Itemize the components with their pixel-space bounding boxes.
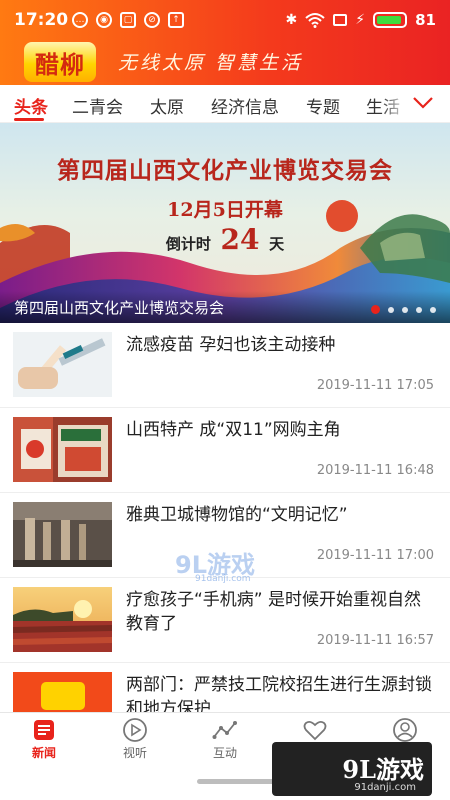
tab-taiyuan[interactable]: 太原 xyxy=(150,93,184,118)
news-title: 两部门：严禁技工院校招生进行生源封锁和地方保护 xyxy=(126,675,432,712)
more-tabs-button[interactable] xyxy=(412,93,434,113)
banner-date: 12月5日开幕 xyxy=(167,199,283,221)
brand-row: 醋柳 无线太原 智慧生活 xyxy=(0,40,450,85)
weibo-icon: ◉ xyxy=(96,12,112,28)
notification-icons: … ◉ ▢ ⊘ ↑ xyxy=(72,12,184,28)
news-list: 流感疫苗 孕妇也该主动接种 2019-11-11 17:05 山西特产 成“双1… xyxy=(0,323,450,712)
battery-level: 81 xyxy=(415,11,436,29)
news-icon xyxy=(34,720,54,740)
pagination-dot[interactable] xyxy=(430,306,436,313)
watermark-overlay-url: 91danji.com xyxy=(195,574,251,584)
countdown-label: 倒计时 xyxy=(165,235,211,253)
news-thumbnail xyxy=(13,417,112,482)
nav-label: 视听 xyxy=(122,746,147,760)
news-title: 山西特产 成“双11”网购主角 xyxy=(126,420,341,440)
news-time: 2019-11-11 16:48 xyxy=(316,463,434,478)
pagination-dot[interactable] xyxy=(416,306,422,313)
block-icon: ⊘ xyxy=(144,12,160,28)
system-navigation-bar xyxy=(0,766,450,800)
banner-caption: 第四届山西文化产业博览交易会 xyxy=(14,299,225,317)
tab-headlines[interactable]: 头条 xyxy=(14,93,48,118)
pagination-dot-active[interactable] xyxy=(371,305,380,314)
news-time: 2019-11-11 17:00 xyxy=(316,548,434,563)
nav-news[interactable]: 新闻 xyxy=(14,717,74,765)
banner-title: 第四届山西文化产业博览交易会 xyxy=(57,157,393,184)
countdown-unit: 天 xyxy=(269,235,285,253)
tab-youth-games[interactable]: 二青会 xyxy=(72,93,123,118)
news-item[interactable]: 两部门：严禁技工院校招生进行生源封锁和地方保护 xyxy=(0,663,450,712)
news-title: 雅典卫城博物馆的“文明记忆” xyxy=(126,505,348,525)
app-header: 17:20 … ◉ ▢ ⊘ ↑ ✱ ⚡ 81 醋柳 无线太原 智慧生活 xyxy=(0,0,450,85)
tab-fade xyxy=(380,85,410,122)
status-time: 17:20 xyxy=(14,10,69,30)
charging-icon: ⚡ xyxy=(355,12,366,28)
news-time: 2019-11-11 16:57 xyxy=(316,633,434,648)
image-icon: ▢ xyxy=(120,12,136,28)
news-title: 流感疫苗 孕妇也该主动接种 xyxy=(126,335,336,355)
news-time: 2019-11-11 17:05 xyxy=(316,378,434,393)
news-item[interactable]: 疗愈孩子“手机病” 是时候开始重视自然教育了 2019-11-11 16:57 xyxy=(0,578,450,663)
news-thumbnail xyxy=(13,587,112,652)
pagination-dot[interactable] xyxy=(388,306,394,313)
message-icon: … xyxy=(72,12,88,28)
hero-banner[interactable]: 第四届山西文化产业博览交易会 12月5日开幕 倒计时 24 天 第四届山西文化产… xyxy=(0,123,450,323)
banner-countdown: 倒计时 24 天 xyxy=(0,223,450,256)
pagination-dot[interactable] xyxy=(402,306,408,313)
bluetooth-icon: ✱ xyxy=(285,12,298,28)
news-item[interactable]: 流感疫苗 孕妇也该主动接种 2019-11-11 17:05 xyxy=(0,323,450,408)
user-icon xyxy=(393,718,417,742)
news-thumbnail xyxy=(13,672,112,712)
heart-icon xyxy=(303,720,327,741)
status-bar: 17:20 … ◉ ▢ ⊘ ↑ ✱ ⚡ 81 xyxy=(0,0,450,40)
app-slogan: 无线太原 智慧生活 xyxy=(118,52,304,74)
upload-icon: ↑ xyxy=(168,12,184,28)
interact-icon xyxy=(212,721,237,739)
news-thumbnail xyxy=(13,332,112,397)
nav-interact[interactable]: 互动 xyxy=(195,717,255,765)
banner-pagination xyxy=(371,305,436,314)
tab-special[interactable]: 专题 xyxy=(306,93,340,118)
home-gesture-bar[interactable] xyxy=(197,779,317,784)
category-tabs: 头条 二青会 太原 经济信息 专题 生活 xyxy=(0,85,450,123)
wifi-icon xyxy=(305,13,325,28)
bottom-navigation: 新闻 视听 互动 xyxy=(0,712,450,766)
nav-media[interactable]: 视听 xyxy=(105,717,165,765)
tab-economy[interactable]: 经济信息 xyxy=(211,93,279,118)
news-title: 疗愈孩子“手机病” 是时候开始重视自然教育了 xyxy=(126,590,422,634)
news-item[interactable]: 山西特产 成“双11”网购主角 2019-11-11 16:48 xyxy=(0,408,450,493)
countdown-value: 24 xyxy=(220,223,260,256)
news-thumbnail xyxy=(13,502,112,567)
play-icon xyxy=(123,718,147,742)
chevron-down-icon xyxy=(413,97,433,109)
app-root: { "status_bar": { "time": "17:20", "batt… xyxy=(0,0,450,800)
screen-icon xyxy=(333,14,348,26)
active-tab-indicator xyxy=(14,118,44,121)
app-logo: 醋柳 xyxy=(24,42,96,82)
nav-profile[interactable] xyxy=(375,717,435,765)
system-icons: ✱ ⚡ 81 xyxy=(286,11,436,29)
nav-label: 新闻 xyxy=(31,746,56,760)
battery-icon xyxy=(373,12,408,28)
nav-label: 互动 xyxy=(212,746,237,760)
nav-favorites[interactable] xyxy=(285,717,345,765)
